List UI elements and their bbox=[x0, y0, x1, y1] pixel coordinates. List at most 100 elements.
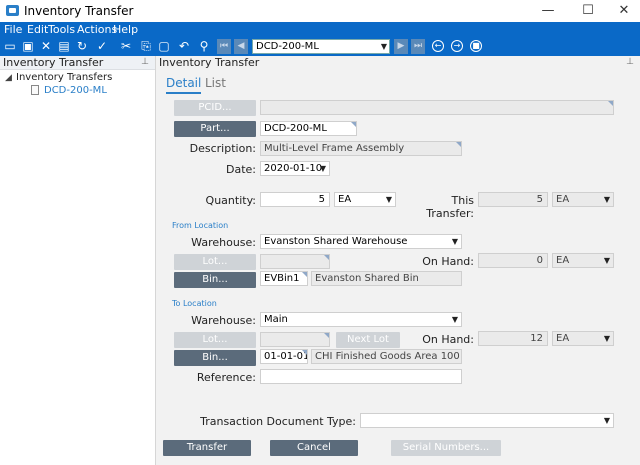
detail-pane-header: Inventory Transfer ⊥ bbox=[156, 56, 640, 70]
to-location-heading: To Location bbox=[172, 299, 217, 308]
home-icon[interactable]: ■ bbox=[470, 40, 482, 52]
quantity-field[interactable]: 5 bbox=[260, 192, 330, 207]
record-value: DCD-200-ML bbox=[256, 41, 319, 52]
transaction-document-type-label: Transaction Document Type: bbox=[200, 415, 356, 428]
undo-icon[interactable]: ↶ bbox=[177, 39, 191, 53]
serial-numbers-button[interactable]: Serial Numbers... bbox=[391, 440, 501, 456]
menu-tools[interactable]: Tools bbox=[48, 23, 75, 36]
tab-list[interactable]: List bbox=[205, 76, 226, 90]
pin-icon[interactable]: ⊥ bbox=[626, 56, 634, 69]
reference-field[interactable] bbox=[260, 369, 462, 384]
chevron-down-icon: ▼ bbox=[603, 416, 610, 425]
expand-icon[interactable]: ◢ bbox=[5, 73, 12, 83]
spell-check-icon[interactable]: ✓ bbox=[95, 39, 109, 53]
next-lot-button[interactable]: Next Lot bbox=[336, 332, 400, 348]
tree-item-dcd-200-ml[interactable]: DCD-200-ML bbox=[44, 85, 107, 96]
description-label: Description: bbox=[189, 142, 256, 155]
menu-help[interactable]: Help bbox=[113, 23, 138, 36]
date-label: Date: bbox=[226, 163, 256, 176]
this-transfer-uom-select: EA ▼ bbox=[552, 192, 614, 207]
to-bin-button[interactable]: Bin... bbox=[174, 350, 256, 366]
from-on-hand-uom-select: EA ▼ bbox=[552, 253, 614, 268]
to-lot-button[interactable]: Lot... bbox=[174, 332, 256, 348]
from-warehouse-label: Warehouse: bbox=[191, 236, 256, 249]
clear-icon[interactable]: ▤ bbox=[57, 39, 71, 53]
chevron-down-icon: ▼ bbox=[603, 195, 610, 204]
to-on-hand-uom-select: EA ▼ bbox=[552, 331, 614, 346]
chevron-down-icon: ▼ bbox=[603, 334, 610, 343]
tree-pane-header: Inventory Transfer ⊥ bbox=[0, 56, 155, 70]
tree-pane-title: Inventory Transfer bbox=[3, 56, 104, 69]
tree-pane: Inventory Transfer ⊥ ◢ Inventory Transfe… bbox=[0, 56, 156, 465]
forward-icon[interactable]: → bbox=[451, 40, 463, 52]
last-record-icon[interactable]: ⏭ bbox=[411, 39, 425, 54]
previous-record-icon[interactable]: ◀ bbox=[234, 39, 248, 54]
cancel-button[interactable]: Cancel bbox=[270, 440, 358, 456]
to-warehouse-select[interactable]: Main ▼ bbox=[260, 312, 462, 327]
chevron-down-icon[interactable]: ▼ bbox=[320, 162, 326, 175]
search-icon[interactable]: ⚲ bbox=[197, 39, 211, 53]
menu-actions[interactable]: Actions bbox=[77, 23, 117, 36]
next-record-icon[interactable]: ▶ bbox=[394, 39, 408, 54]
quantity-uom-value: EA bbox=[338, 194, 352, 205]
new-icon[interactable]: ▭ bbox=[3, 39, 17, 53]
pcid-button[interactable]: PCID... bbox=[174, 100, 256, 116]
from-bin-button[interactable]: Bin... bbox=[174, 272, 256, 288]
paste-icon[interactable]: ▢ bbox=[157, 39, 171, 53]
cut-icon[interactable]: ✂ bbox=[119, 39, 133, 53]
to-lot-field[interactable] bbox=[260, 332, 330, 347]
quantity-uom-select[interactable]: EA ▼ bbox=[334, 192, 396, 207]
to-on-hand-label: On Hand: bbox=[422, 333, 474, 346]
from-lot-field[interactable] bbox=[260, 254, 330, 269]
transaction-document-type-select[interactable]: ▼ bbox=[360, 413, 614, 428]
from-location-heading: From Location bbox=[172, 221, 229, 230]
first-record-icon[interactable]: ⏮ bbox=[217, 39, 231, 54]
part-button[interactable]: Part... bbox=[174, 121, 256, 137]
from-bin-description: Evanston Shared Bin bbox=[311, 271, 462, 286]
pin-icon[interactable]: ⊥ bbox=[141, 56, 149, 69]
to-bin-description: CHI Finished Goods Area 100 bbox=[311, 349, 462, 364]
app-icon bbox=[6, 5, 19, 16]
tab-detail[interactable]: Detail bbox=[166, 76, 202, 94]
this-transfer-uom-value: EA bbox=[556, 194, 570, 205]
chevron-down-icon: ▼ bbox=[380, 42, 387, 51]
this-transfer-label: This Transfer: bbox=[426, 194, 474, 220]
from-bin-field[interactable]: EVBin1 bbox=[260, 271, 308, 286]
from-on-hand-label: On Hand: bbox=[422, 255, 474, 268]
transfer-button[interactable]: Transfer bbox=[163, 440, 251, 456]
description-field[interactable]: Multi-Level Frame Assembly bbox=[260, 141, 462, 156]
menu-bar: File Edit Tools Actions Help bbox=[0, 22, 640, 38]
copy-icon[interactable]: ⎘ bbox=[139, 39, 153, 53]
from-warehouse-select[interactable]: Evanston Shared Warehouse ▼ bbox=[260, 234, 462, 249]
to-bin-field[interactable]: 01-01-01 bbox=[260, 349, 308, 364]
back-icon[interactable]: ← bbox=[432, 40, 444, 52]
refresh-icon[interactable]: ↻ bbox=[75, 39, 89, 53]
title-bar: Inventory Transfer — ☐ ✕ bbox=[0, 0, 640, 22]
menu-edit[interactable]: Edit bbox=[27, 23, 48, 36]
save-icon[interactable]: ▣ bbox=[21, 39, 35, 53]
date-value: 2020-01-10 bbox=[264, 163, 323, 174]
from-on-hand-field: 0 bbox=[478, 253, 548, 268]
detail-pane-title: Inventory Transfer bbox=[159, 56, 260, 69]
to-warehouse-label: Warehouse: bbox=[191, 314, 256, 327]
to-on-hand-uom-value: EA bbox=[556, 333, 570, 344]
document-icon bbox=[31, 85, 39, 95]
to-warehouse-value: Main bbox=[264, 314, 288, 325]
pcid-field[interactable] bbox=[260, 100, 614, 115]
part-field[interactable]: DCD-200-ML bbox=[260, 121, 357, 136]
delete-icon[interactable]: ✕ bbox=[39, 39, 53, 53]
detail-pane: Inventory Transfer ⊥ Detail List PCID...… bbox=[156, 56, 640, 465]
date-field[interactable]: 2020-01-10 ▼ bbox=[260, 161, 330, 176]
menu-file[interactable]: File bbox=[4, 23, 22, 36]
tree-root[interactable]: Inventory Transfers bbox=[16, 72, 112, 83]
reference-label: Reference: bbox=[196, 371, 256, 384]
window-title: Inventory Transfer bbox=[24, 4, 134, 18]
from-lot-button[interactable]: Lot... bbox=[174, 254, 256, 270]
maximize-button[interactable]: ☐ bbox=[570, 0, 606, 22]
record-selector[interactable]: DCD-200-ML ▼ bbox=[252, 39, 390, 54]
chevron-down-icon: ▼ bbox=[451, 315, 458, 324]
minimize-button[interactable]: — bbox=[530, 0, 566, 22]
close-button[interactable]: ✕ bbox=[606, 0, 640, 22]
quantity-label: Quantity: bbox=[205, 194, 256, 207]
to-on-hand-field: 12 bbox=[478, 331, 548, 346]
